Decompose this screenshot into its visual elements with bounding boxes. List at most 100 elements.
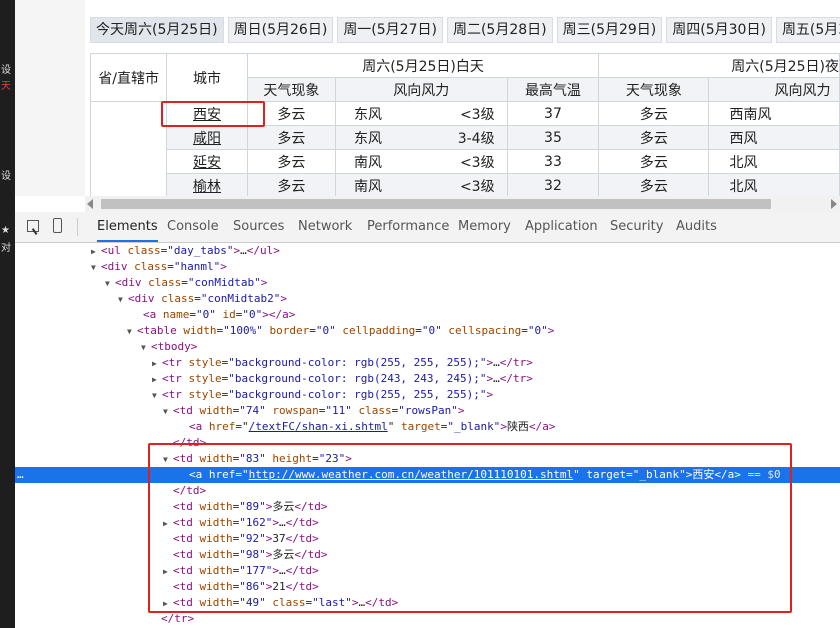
star-glyph: ★	[1, 225, 10, 236]
dom-node[interactable]: ▶ <tr style="background-color: rgb(255, 2…	[15, 355, 840, 371]
wind-cell: 南风 <3级	[334, 173, 508, 196]
collapse-triangle-icon[interactable]: ▼	[152, 388, 162, 404]
max-temp-cell: 33	[506, 149, 600, 174]
expand-triangle-icon[interactable]: ▶	[152, 372, 162, 388]
collapse-triangle-icon[interactable]: ▼	[91, 260, 101, 276]
tab-audits[interactable]: Audits	[676, 212, 717, 242]
horizontal-scrollbar[interactable]	[85, 196, 840, 212]
night-wind-cell: 北风	[708, 149, 840, 174]
city-cell: 咸阳	[166, 125, 248, 150]
scroll-right-arrow-icon[interactable]	[831, 199, 837, 209]
tab-network[interactable]: Network	[298, 212, 352, 242]
header-night-group: 周六(5月25日)夜	[598, 53, 840, 78]
devtools-tabbar: Elements Console Sources Network Perform…	[15, 212, 840, 243]
tab-security[interactable]: Security	[610, 212, 663, 242]
wind-direction: 南风	[353, 154, 382, 171]
dom-node[interactable]: ▼ <td width="74" rowspan="11" class="rows…	[15, 403, 840, 419]
wind-cell: 东风 3-4级	[334, 125, 508, 150]
side-glyph: 对	[1, 243, 11, 254]
expand-triangle-icon[interactable]: ▶	[91, 244, 101, 260]
collapse-triangle-icon[interactable]: ▼	[118, 292, 128, 308]
dom-node[interactable]: <a href="/textFC/shan-xi.shtml" target="…	[15, 419, 840, 435]
day-tabs: 今天周六(5月25日) 周日(5月26日) 周一(5月27日) 周二(5月28日) 周三…	[90, 17, 840, 43]
side-glyph: 设	[1, 171, 11, 182]
province-cell	[89, 101, 168, 196]
dom-node[interactable]: ▶ <ul class="day_tabs">…</ul>	[15, 243, 840, 259]
wind-cell: 南风 <3级	[334, 149, 508, 174]
left-side-strip: 设 天 设 ★ 对	[0, 0, 15, 628]
table-row: 延安 多云 南风 <3级 33 多云 北风	[91, 149, 840, 174]
night-wind-cell: 北风	[708, 173, 840, 196]
city-link[interactable]: 榆林	[193, 179, 221, 195]
header-wind: 风向风力	[334, 77, 508, 102]
city-cell: 延安	[166, 149, 248, 174]
inspect-element-icon[interactable]	[27, 220, 39, 232]
wind-direction: 东风	[353, 106, 382, 123]
weather-cell: 多云	[246, 149, 336, 174]
max-temp-cell: 37	[506, 101, 600, 126]
day-tab[interactable]: 周三(5月29日)	[556, 17, 663, 43]
expand-triangle-icon[interactable]: ▶	[152, 356, 162, 372]
day-tab[interactable]: 周五(5月31日)	[775, 17, 840, 43]
highlight-box-xian	[161, 101, 265, 127]
day-tab[interactable]: 周四(5月30日)	[666, 17, 772, 43]
header-weather: 天气现象	[246, 77, 336, 102]
header-max-temp: 最高气温	[506, 77, 600, 102]
dom-node[interactable]: ▼ <tr style="background-color: rgb(255, 2…	[15, 387, 840, 403]
tab-performance[interactable]: Performance	[367, 212, 449, 242]
night-weather-cell: 多云	[598, 173, 710, 196]
gutter-dots[interactable]: …	[17, 467, 24, 483]
tab-application[interactable]: Application	[525, 212, 598, 242]
max-temp-cell: 32	[506, 173, 600, 196]
tab-elements[interactable]: Elements	[97, 212, 158, 242]
wind-force: <3级	[459, 178, 495, 195]
shanxi-href-link[interactable]: /textFC/shan-xi.shtml	[249, 420, 388, 433]
dom-node[interactable]: </tr>	[15, 611, 840, 627]
wind-direction: 南风	[353, 178, 382, 195]
wind-cell: 东风 <3级	[334, 101, 508, 126]
dom-node[interactable]: <a name="0" id="0"></a>	[15, 307, 840, 323]
highlight-box-code	[148, 443, 792, 613]
night-wind-cell: 西南风	[708, 101, 840, 126]
device-toolbar-icon[interactable]	[53, 218, 62, 233]
dom-node[interactable]: ▼ <div class="conMidtab2">	[15, 291, 840, 307]
city-link[interactable]: 咸阳	[193, 131, 221, 147]
city-cell: 榆林	[166, 173, 248, 196]
weather-cell: 多云	[246, 173, 336, 196]
city-link[interactable]: 延安	[193, 155, 221, 171]
header-night-wind: 风向风力	[708, 77, 840, 102]
scroll-left-arrow-icon[interactable]	[87, 199, 93, 209]
dom-node[interactable]: ▼ <tbody>	[15, 339, 840, 355]
day-tab[interactable]: 周二(5月28日)	[446, 17, 553, 43]
tab-console[interactable]: Console	[167, 212, 219, 242]
collapse-triangle-icon[interactable]: ▼	[141, 340, 151, 356]
wind-force: <3级	[459, 106, 495, 123]
dom-node[interactable]: ▶ <tr style="background-color: rgb(243, 2…	[15, 371, 840, 387]
collapse-triangle-icon[interactable]: ▼	[105, 276, 115, 292]
divider	[77, 218, 78, 236]
dom-node[interactable]: ▼ <table width="100%" border="0" cellpadd…	[15, 323, 840, 339]
day-tab[interactable]: 周日(5月26日)	[227, 17, 334, 43]
side-glyph: 设	[1, 65, 11, 76]
weather-cell: 多云	[246, 125, 336, 150]
collapse-triangle-icon[interactable]: ▼	[163, 404, 173, 420]
night-weather-cell: 多云	[598, 149, 710, 174]
night-weather-cell: 多云	[598, 125, 710, 150]
day-tab-today[interactable]: 今天周六(5月25日)	[90, 17, 224, 43]
wind-force: <3级	[459, 154, 495, 171]
wind-force: 3-4级	[457, 130, 495, 147]
web-page: 今天周六(5月25日) 周日(5月26日) 周一(5月27日) 周二(5月28日) 周三…	[85, 0, 840, 196]
side-glyph: 天	[1, 81, 11, 92]
day-tab[interactable]: 周一(5月27日)	[337, 17, 443, 43]
page-gutter	[15, 0, 85, 196]
tab-memory[interactable]: Memory	[458, 212, 511, 242]
wind-direction: 东风	[353, 130, 382, 147]
collapse-triangle-icon[interactable]: ▼	[127, 324, 137, 340]
table-row: 咸阳 多云 东风 3-4级 35 多云 西风	[90, 125, 840, 150]
header-province: 省/直辖市	[89, 53, 168, 102]
dom-node[interactable]: ▼ <div class="conMidtab">	[15, 275, 840, 291]
table-row: 榆林 多云 南风 <3级 32 多云 北风	[91, 173, 840, 196]
scrollbar-thumb[interactable]	[101, 199, 771, 209]
tab-sources[interactable]: Sources	[233, 212, 284, 242]
dom-node[interactable]: ▼ <div class="hanml">	[15, 259, 840, 275]
